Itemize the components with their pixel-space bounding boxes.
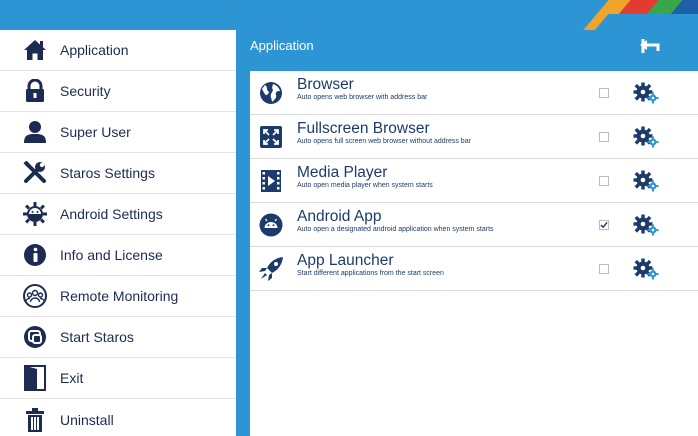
top-bar [0, 0, 698, 30]
app-description: Auto open media player when system start… [297, 182, 433, 189]
sidebar-item-label: Android Settings [60, 206, 163, 222]
autostart-checkbox[interactable] [599, 264, 609, 274]
back-arrow-icon [640, 38, 660, 59]
lock-icon [22, 78, 48, 104]
android-app-icon [258, 212, 284, 238]
globe-icon [258, 80, 284, 106]
sidebar-item-super-user[interactable]: Super User [0, 112, 236, 153]
app-row-android-app[interactable]: Android App Auto open a designated andro… [250, 203, 698, 247]
group-icon [22, 283, 48, 309]
sidebar-item-remote-monitoring[interactable]: Remote Monitoring [0, 276, 236, 317]
page-title: Application [250, 38, 314, 53]
sidebar-item-info-and-license[interactable]: Info and License [0, 235, 236, 276]
door-icon [22, 365, 48, 391]
tools-icon [22, 160, 48, 186]
android-icon [22, 201, 48, 227]
sidebar-item-label: Uninstall [60, 411, 114, 428]
app-row-fullscreen-browser[interactable]: Fullscreen Browser Auto opens full scree… [250, 115, 698, 159]
sidebar-item-label: Security [60, 83, 111, 99]
sidebar-item-label: Staros Settings [60, 165, 155, 181]
settings-gear-icon[interactable] [633, 258, 659, 280]
app-row-app-launcher[interactable]: App Launcher Start different application… [250, 247, 698, 291]
autostart-checkbox[interactable] [599, 88, 609, 98]
autostart-checkbox[interactable] [599, 132, 609, 142]
app-list: Browser Auto opens web browser with addr… [250, 71, 698, 436]
autostart-checkbox[interactable] [599, 220, 609, 230]
settings-gear-icon[interactable] [633, 214, 659, 236]
sidebar-item-android-settings[interactable]: Android Settings [0, 194, 236, 235]
app-name: Browser [297, 76, 354, 93]
sidebar-item-application[interactable]: Application [0, 30, 236, 71]
app-description: Start different applications from the st… [297, 270, 444, 277]
back-button[interactable] [638, 38, 662, 58]
sidebar-item-label: Start Staros [60, 329, 134, 345]
sidebar-item-label: Exit [60, 370, 84, 386]
fullscreen-icon [258, 124, 284, 150]
app-description: Auto opens full screen web browser witho… [297, 138, 471, 145]
sidebar-item-start-staros[interactable]: Start Staros [0, 317, 236, 358]
sidebar-item-label: Super User [60, 124, 131, 140]
home-icon [22, 37, 48, 63]
sidebar: Application Security Super User Staros S… [0, 30, 236, 436]
app-name: Media Player [297, 164, 388, 181]
start-icon [22, 324, 48, 350]
app-description: Auto opens web browser with address bar [297, 94, 428, 101]
app-name: Fullscreen Browser [297, 120, 430, 137]
autostart-checkbox[interactable] [599, 176, 609, 186]
info-icon [22, 242, 48, 268]
rocket-icon [258, 256, 284, 282]
sidebar-item-security[interactable]: Security [0, 71, 236, 112]
sidebar-item-label: Application [60, 42, 129, 58]
app-row-browser[interactable]: Browser Auto opens web browser with addr… [250, 71, 698, 115]
settings-gear-icon[interactable] [633, 126, 659, 148]
app-name: Android App [297, 208, 382, 225]
film-icon [258, 168, 284, 194]
sidebar-item-staros-settings[interactable]: Staros Settings [0, 153, 236, 194]
app-description: Auto open a designated android applicati… [297, 226, 494, 233]
user-icon [22, 119, 48, 145]
main-content: Application Browser Auto opens web brows… [246, 30, 698, 436]
trash-icon [22, 407, 48, 433]
sidebar-divider [236, 30, 246, 436]
sidebar-item-uninstall[interactable]: Uninstall [0, 399, 236, 436]
sidebar-item-exit[interactable]: Exit [0, 358, 236, 399]
app-row-media-player[interactable]: Media Player Auto open media player when… [250, 159, 698, 203]
settings-gear-icon[interactable] [633, 82, 659, 104]
app-name: App Launcher [297, 252, 394, 269]
sidebar-item-label: Remote Monitoring [60, 288, 179, 304]
settings-gear-icon[interactable] [633, 170, 659, 192]
sidebar-item-label: Info and License [60, 247, 163, 263]
